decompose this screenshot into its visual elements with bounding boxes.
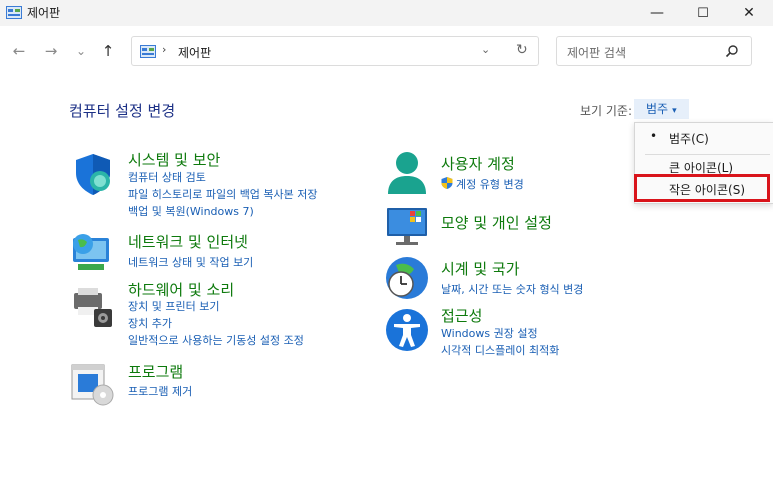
menu-item-label: 범주(C) [669,132,709,146]
link-mobility-settings[interactable]: 일반적으로 사용하는 기동성 설정 조정 [128,332,304,348]
category-user-accounts[interactable]: 사용자 계정 [441,153,515,174]
link-date-time-format[interactable]: 날짜, 시간 또는 숫자 형식 변경 [441,281,583,297]
view-by-value: 범주 [646,102,669,116]
category-accessibility[interactable]: 접근성 [441,305,482,326]
network-globe-icon[interactable] [68,228,114,274]
menu-item-category[interactable]: • 범주(C) [635,126,773,148]
title-bar: 제어판 — ☐ ✕ [0,0,773,26]
printer-speaker-icon[interactable] [70,285,116,331]
link-file-history[interactable]: 파일 히스토리로 파일의 백업 복사본 저장 [128,186,318,202]
selected-bullet-icon: • [650,129,658,143]
breadcrumb-separator[interactable]: › [162,43,166,56]
category-programs[interactable]: 프로그램 [128,361,183,382]
control-panel-icon [140,45,156,58]
link-add-device[interactable]: 장치 추가 [128,315,172,331]
close-button[interactable]: ✕ [726,0,772,26]
search-icon[interactable] [725,44,739,58]
link-change-account-type[interactable]: 계정 유형 변경 [456,176,524,192]
maximize-button[interactable]: ☐ [680,0,726,26]
address-bar[interactable]: › 제어판 ⌄ ↻ [131,36,539,66]
link-windows-recommended[interactable]: Windows 권장 설정 [441,325,538,341]
uac-shield-icon [441,177,453,189]
address-dropdown-button[interactable]: ⌄ [481,43,490,56]
highlight-box [634,174,770,202]
search-placeholder: 제어판 검색 [567,46,627,60]
appearance-monitor-icon[interactable] [384,204,430,250]
search-input[interactable]: 제어판 검색 [556,36,752,66]
minimize-button[interactable]: — [634,0,680,26]
view-by-label: 보기 기준: [580,104,633,118]
breadcrumb-control-panel[interactable]: 제어판 [178,44,211,61]
link-network-status[interactable]: 네트워크 상태 및 작업 보기 [128,254,253,270]
category-network-internet[interactable]: 네트워크 및 인터넷 [128,231,248,252]
user-account-icon[interactable] [384,150,430,196]
window-title: 제어판 [27,6,61,20]
up-button[interactable]: ↑ [97,40,119,62]
category-hardware-sound[interactable]: 하드웨어 및 소리 [128,279,234,300]
accessibility-icon[interactable] [384,307,430,353]
category-appearance-personalization[interactable]: 모양 및 개인 설정 [441,212,552,233]
link-devices-printers[interactable]: 장치 및 프린터 보기 [128,298,219,314]
programs-icon[interactable] [69,361,115,407]
refresh-button[interactable]: ↻ [516,42,528,58]
chevron-down-icon: ▾ [672,106,677,116]
navigation-bar: ← → ⌄ ↑ › 제어판 ⌄ ↻ 제어판 검색 [0,26,773,78]
page-title: 컴퓨터 설정 변경 [69,102,176,120]
link-backup-restore[interactable]: 백업 및 복원(Windows 7) [128,203,254,219]
category-system-security[interactable]: 시스템 및 보안 [128,149,220,170]
shield-icon[interactable] [70,151,116,197]
view-by-dropdown[interactable]: 범주 ▾ [634,99,689,119]
back-button[interactable]: ← [8,40,30,62]
link-uninstall-program[interactable]: 프로그램 제거 [128,383,192,399]
control-panel-icon [6,6,22,19]
recent-locations-button[interactable]: ⌄ [70,40,92,62]
link-optimize-display[interactable]: 시각적 디스플레이 최적화 [441,342,559,358]
category-clock-region[interactable]: 시계 및 국가 [441,258,520,279]
forward-button[interactable]: → [40,40,62,62]
link-review-status[interactable]: 컴퓨터 상태 검토 [128,169,206,185]
clock-globe-icon[interactable] [384,255,430,301]
